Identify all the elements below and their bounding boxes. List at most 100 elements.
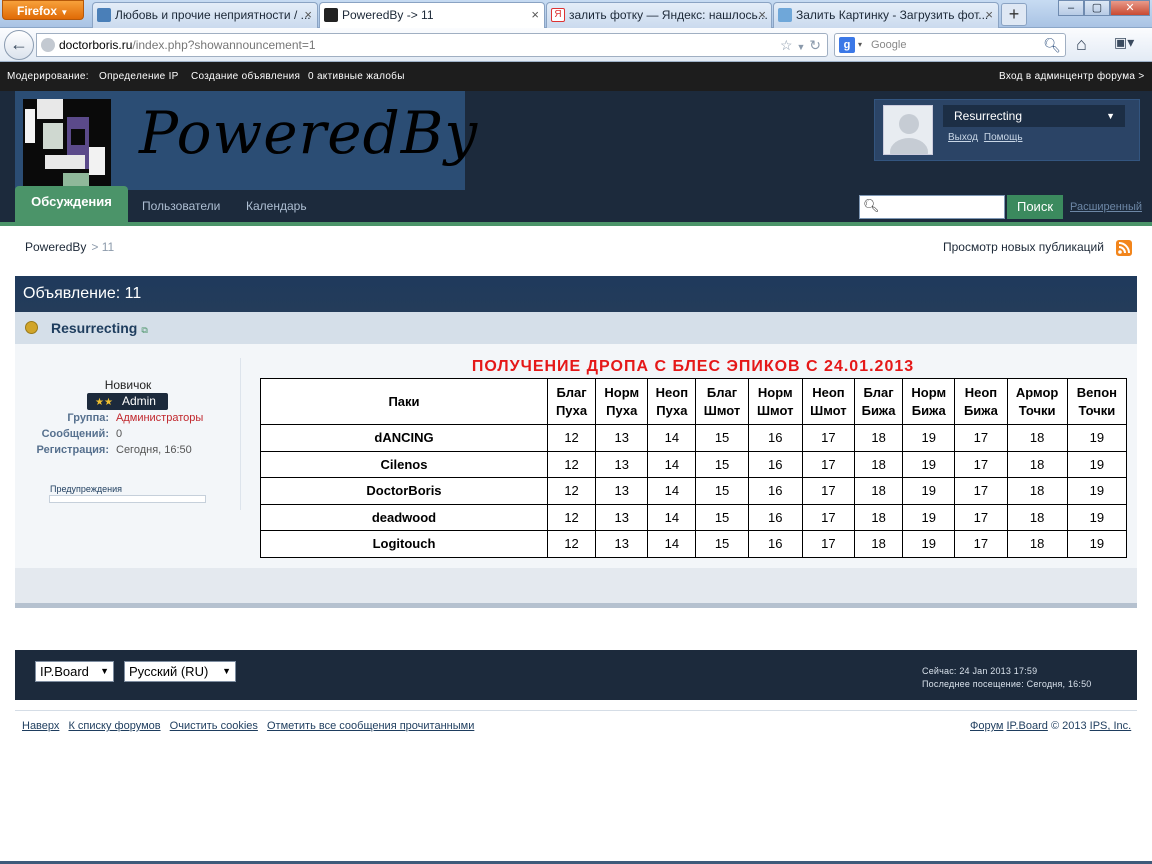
new-tab-button[interactable]: + xyxy=(1001,3,1027,26)
forum-link[interactable]: Форум xyxy=(970,720,1003,732)
value-cell: 12 xyxy=(546,477,597,505)
reload-icon[interactable]: ↻ xyxy=(809,37,821,53)
close-tab-icon[interactable]: × xyxy=(304,3,312,27)
table-row: Logitouch 12 13 14 15 16 17 18 19 17 18 19 xyxy=(260,530,1128,558)
ips-link[interactable]: IPS, Inc. xyxy=(1090,720,1132,732)
maximize-icon[interactable]: ▢ xyxy=(1084,0,1110,16)
back-arrow-icon[interactable]: ← xyxy=(4,30,34,60)
player-name-cell: Logitouch xyxy=(260,530,548,558)
chevron-down-icon: ▼ xyxy=(100,666,109,676)
logout-link[interactable]: Выход xyxy=(948,132,978,143)
close-window-icon[interactable]: ✕ xyxy=(1110,0,1150,16)
tab-calendar[interactable]: Календарь xyxy=(246,190,307,223)
rss-icon[interactable] xyxy=(1116,240,1132,256)
value-cell: 17 xyxy=(954,477,1008,505)
tab-members[interactable]: Пользователи xyxy=(142,190,220,223)
warnings-label[interactable]: Предупреждения xyxy=(50,484,122,494)
yandex-favicon: Я xyxy=(551,8,565,22)
skin-select[interactable]: IP.Board ▼ xyxy=(35,661,114,682)
search-icon: 🔍︎ xyxy=(863,198,880,213)
player-name-cell: deadwood xyxy=(260,503,548,531)
mark-all-read-link[interactable]: Отметить все сообщения прочитанными xyxy=(267,720,474,732)
forum-search-input[interactable]: 🔍︎ xyxy=(859,195,1005,219)
back-to-top-link[interactable]: Наверх xyxy=(22,720,59,732)
external-link-icon[interactable]: ⧉ xyxy=(141,325,147,335)
table-row: dANCING 12 13 14 15 16 17 18 19 17 18 19 xyxy=(260,424,1128,452)
minimize-icon[interactable]: – xyxy=(1058,0,1084,16)
firefox-menu-button[interactable]: Firefox ▼ xyxy=(2,0,84,20)
value-cell: 13 xyxy=(595,450,649,478)
value-cell: 12 xyxy=(546,503,597,531)
value-cell: 13 xyxy=(595,503,649,531)
logo-text: PoweredBy xyxy=(139,99,479,167)
breadcrumb-current: > 11 xyxy=(91,240,115,254)
admin-cp-link[interactable]: Вход в админцентр форума > xyxy=(999,62,1144,91)
close-tab-icon[interactable]: × xyxy=(985,3,993,27)
column-header: Благ Бижа xyxy=(853,378,904,425)
address-bar[interactable]: doctorboris.ru/index.php?showannouncemen… xyxy=(36,33,828,57)
tab-title: PoweredBy -> 11 xyxy=(342,8,434,22)
advanced-search-link[interactable]: Расширенный xyxy=(1070,195,1142,219)
column-header: Норм Бижа xyxy=(902,378,956,425)
forum-index-link[interactable]: К списку форумов xyxy=(68,720,160,732)
help-link[interactable]: Помощь xyxy=(984,132,1023,143)
avatar[interactable] xyxy=(883,105,933,155)
active-reports-link[interactable]: 0 активные жалобы xyxy=(308,62,405,91)
tab-3[interactable]: Я залить фотку — Яндекс: нашлось... × xyxy=(546,2,772,28)
tab-discussions[interactable]: Обсуждения xyxy=(15,186,128,222)
search-button[interactable]: Поиск xyxy=(1007,195,1063,219)
close-tab-icon[interactable]: × xyxy=(758,3,766,27)
browser-tabstrip: Firefox ▼ Любовь и прочие неприятности /… xyxy=(0,0,1152,29)
value-cell: 19 xyxy=(902,477,956,505)
breadcrumb: PoweredBy > 11 xyxy=(25,240,114,254)
column-header: Неоп Пуха xyxy=(647,378,697,425)
home-icon[interactable]: ⌂ xyxy=(1076,34,1087,55)
engine-dropdown-icon[interactable]: ▾ xyxy=(858,34,862,56)
author-name[interactable]: Resurrecting xyxy=(51,320,137,336)
bookmarks-menu-icon[interactable]: ▣▾ xyxy=(1114,34,1134,51)
create-announcement-link[interactable]: Создание объявления xyxy=(191,62,300,91)
group-badge: ★★ Admin xyxy=(87,393,168,410)
value-cell: 13 xyxy=(595,477,649,505)
player-name-cell: DoctorBoris xyxy=(260,477,548,505)
magnifier-icon[interactable]: 🔍︎ xyxy=(1043,34,1061,56)
player-name-cell: Cilenos xyxy=(260,450,548,478)
value-cell: 16 xyxy=(747,424,803,452)
value-cell: 19 xyxy=(902,424,956,452)
value-cell: 17 xyxy=(954,530,1008,558)
tab-4[interactable]: Залить Картинку - Загрузить фот... × xyxy=(773,2,999,28)
language-select[interactable]: Русский (RU) ▼ xyxy=(124,661,236,682)
user-online-icon xyxy=(25,321,38,334)
value-cell: 18 xyxy=(853,477,904,505)
nav-underline xyxy=(0,222,1152,226)
view-new-posts-link[interactable]: Просмотр новых публикаций xyxy=(943,240,1104,254)
search-box[interactable]: g ▾ Google 🔍︎ xyxy=(834,33,1066,57)
ip-lookup-link[interactable]: Определение IP xyxy=(99,62,179,91)
dropdown-arrow-icon[interactable]: ▼ xyxy=(796,42,805,52)
close-tab-icon[interactable]: × xyxy=(531,3,539,27)
column-header: Неоп Шмот xyxy=(801,378,856,425)
ipboard-link[interactable]: IP.Board xyxy=(1006,720,1047,732)
current-time: Сейчас: 24 Jan 2013 17:59 xyxy=(922,666,1038,676)
tab-2-active[interactable]: PoweredBy -> 11 × xyxy=(319,2,545,29)
google-icon[interactable]: g xyxy=(839,37,855,53)
bookmark-star-icon[interactable]: ☆ xyxy=(780,37,793,53)
column-header: Благ Пуха xyxy=(546,378,597,425)
tab-1[interactable]: Любовь и прочие неприятности / ... × xyxy=(92,2,318,28)
forum-logo[interactable]: PoweredBy xyxy=(15,91,477,190)
value-cell: 18 xyxy=(1006,477,1068,505)
value-cell: 12 xyxy=(546,450,597,478)
value-cell: 15 xyxy=(695,503,749,531)
value-cell: 15 xyxy=(695,477,749,505)
post-footer xyxy=(15,568,1137,608)
table-row: deadwood 12 13 14 15 16 17 18 19 17 18 19 xyxy=(260,503,1128,531)
value-cell: 16 xyxy=(747,503,803,531)
site-favicon xyxy=(324,8,338,22)
globe-icon xyxy=(41,38,55,52)
clear-cookies-link[interactable]: Очистить cookies xyxy=(170,720,258,732)
breadcrumb-root[interactable]: PoweredBy xyxy=(25,240,86,254)
column-header-name: Паки xyxy=(260,378,548,425)
user-menu-dropdown[interactable]: Resurrecting ▼ xyxy=(943,105,1125,127)
value-cell: 17 xyxy=(954,450,1008,478)
search-placeholder: Google xyxy=(871,39,907,51)
